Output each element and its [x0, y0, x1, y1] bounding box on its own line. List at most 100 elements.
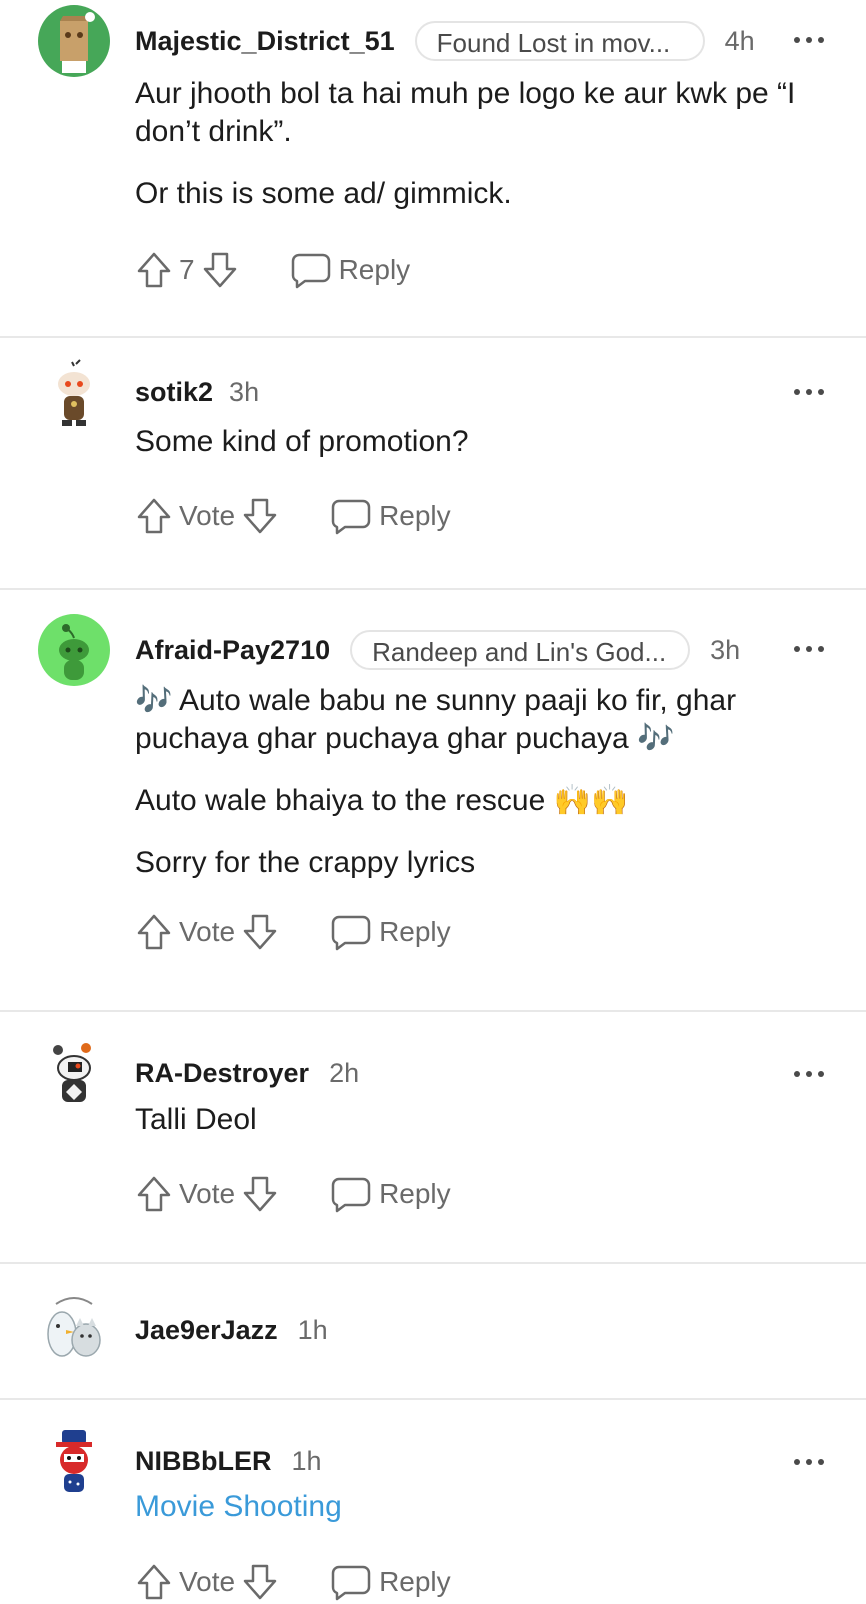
snoo-avatar-icon: [53, 1043, 91, 1102]
username[interactable]: Majestic_District_51: [135, 26, 395, 57]
snoo-avatar-icon: [38, 614, 110, 686]
vote-label: Vote: [179, 916, 236, 947]
movie-shooting-link[interactable]: Movie Shooting: [135, 1490, 342, 1523]
musical-notes-icon: 🎶: [637, 721, 675, 756]
rescue-text: Auto wale bhaiya to the rescue: [135, 784, 546, 817]
downvote-arrow-icon[interactable]: [241, 912, 279, 952]
comment-meta: sotik2 3h: [135, 370, 259, 414]
avatar[interactable]: [38, 5, 110, 77]
comment-meta: Afraid-Pay2710 Randeep and Lin's God... …: [135, 628, 740, 672]
speech-bubble-icon: [331, 499, 371, 535]
comment-actions: Vote Reply: [135, 910, 451, 954]
vote-group: 7: [135, 250, 239, 290]
reply-button[interactable]: Reply: [331, 1563, 451, 1601]
more-options-icon[interactable]: [794, 637, 824, 661]
upvote-arrow-icon[interactable]: [135, 1562, 173, 1602]
more-options-icon[interactable]: [794, 1450, 824, 1474]
user-flair: Found Lost in mov...: [414, 21, 705, 61]
downvote-arrow-icon[interactable]: [241, 1562, 279, 1602]
comment-body: Movie Shooting: [135, 1488, 825, 1550]
vote-count: 7: [179, 254, 195, 285]
penguin-cat-avatar-icon: [47, 1297, 101, 1357]
user-flair: Randeep and Lin's God...: [350, 630, 691, 670]
musical-notes-icon: 🎶: [135, 683, 173, 718]
reply-label: Reply: [379, 500, 451, 531]
avatar[interactable]: [38, 1038, 110, 1110]
timestamp: 1h: [291, 1445, 322, 1476]
upvote-arrow-icon[interactable]: [135, 1174, 173, 1214]
vote-label: Vote: [179, 1178, 236, 1209]
comment-meta: Jae9erJazz 1h: [135, 1308, 328, 1352]
more-options-icon[interactable]: [794, 28, 824, 52]
comment-ra-destroyer: RA-Destroyer 2h Talli Deol Vote Reply: [0, 1012, 866, 1260]
upvote-arrow-icon[interactable]: [135, 250, 173, 290]
countryball-avatar-icon: [56, 1430, 92, 1492]
comment-meta: Majestic_District_51 Found Lost in mov..…: [135, 19, 755, 63]
avatar[interactable]: [38, 358, 110, 430]
reply-button[interactable]: Reply: [331, 497, 451, 535]
comment-jae9erjazz-collapsed[interactable]: Jae9erJazz 1h: [0, 1264, 866, 1398]
speech-bubble-icon: [331, 1177, 371, 1213]
comment-actions: Vote Reply: [135, 1172, 451, 1216]
username[interactable]: Jae9erJazz: [135, 1315, 278, 1346]
comment-meta: NIBBbLER 1h: [135, 1439, 322, 1483]
timestamp: 4h: [724, 25, 755, 56]
comment-nibbbler: NIBBbLER 1h Movie Shooting Vote Reply: [0, 1400, 866, 1601]
comment-paragraph: Auto wale bhaiya to the rescue 🙌🙌: [135, 782, 825, 820]
comment-body: Some kind of promotion?: [135, 423, 825, 485]
username[interactable]: sotik2: [135, 377, 213, 408]
avatar[interactable]: [38, 1426, 110, 1498]
speech-bubble-icon: [291, 253, 330, 289]
reply-label: Reply: [379, 1178, 451, 1209]
vote-group: Vote: [135, 1562, 279, 1602]
comment-paragraph: Or this is some ad/ gimmick.: [135, 177, 512, 210]
username[interactable]: RA-Destroyer: [135, 1058, 309, 1089]
vote-label: Vote: [179, 500, 236, 531]
comment-paragraph: Movie Shooting: [135, 1488, 825, 1526]
downvote-arrow-icon[interactable]: [241, 1174, 279, 1214]
reply-button[interactable]: Reply: [331, 913, 451, 951]
raising-hands-icon: 🙌🙌: [553, 783, 629, 818]
reply-label: Reply: [338, 254, 411, 285]
timestamp: 3h: [710, 634, 741, 665]
comment-body: 🎶 Auto wale babu ne sunny paaji ko fir, …: [135, 682, 825, 906]
vote-group: Vote: [135, 1174, 279, 1214]
timestamp: 2h: [329, 1057, 360, 1088]
timestamp: 3h: [229, 376, 260, 407]
vote-label: Vote: [179, 1566, 236, 1597]
speech-bubble-icon: [331, 1565, 371, 1601]
reply-button[interactable]: Reply: [291, 251, 411, 289]
downvote-arrow-icon[interactable]: [201, 250, 239, 290]
more-options-icon[interactable]: [794, 1062, 824, 1086]
timestamp: 1h: [297, 1314, 328, 1345]
vote-group: Vote: [135, 496, 279, 536]
comment-actions: Vote Reply: [135, 494, 451, 538]
avatar[interactable]: [38, 1294, 110, 1366]
upvote-arrow-icon[interactable]: [135, 496, 173, 536]
upvote-arrow-icon[interactable]: [135, 912, 173, 952]
comment-body: Talli Deol: [135, 1101, 825, 1163]
reply-label: Reply: [379, 916, 451, 947]
avatar[interactable]: [38, 614, 110, 686]
downvote-arrow-icon[interactable]: [241, 496, 279, 536]
username[interactable]: NIBBbLER: [135, 1446, 272, 1477]
speech-bubble-icon: [331, 915, 371, 951]
comment-paragraph: 🎶 Auto wale babu ne sunny paaji ko fir, …: [135, 682, 825, 758]
comment-paragraph: Aur jhooth bol ta hai muh pe logo ke aur…: [135, 77, 796, 148]
more-options-icon[interactable]: [794, 380, 824, 404]
username[interactable]: Afraid-Pay2710: [135, 635, 330, 666]
reply-button[interactable]: Reply: [331, 1175, 451, 1213]
comment-paragraph: Talli Deol: [135, 1103, 257, 1136]
comment-actions: 7 Reply: [135, 248, 410, 292]
comment-meta: RA-Destroyer 2h: [135, 1051, 359, 1095]
comment-afraid-pay: Afraid-Pay2710 Randeep and Lin's God... …: [0, 590, 866, 1010]
comment-actions: Vote Reply: [135, 1560, 451, 1604]
paper-bag-avatar-icon: [38, 5, 110, 77]
comment-body: Aur jhooth bol ta hai muh pe logo ke aur…: [135, 75, 825, 237]
comment-sotik2: sotik2 3h Some kind of promotion? Vote R…: [0, 338, 866, 586]
snoo-avatar-icon: [58, 359, 90, 426]
comment-paragraph: Sorry for the crappy lyrics: [135, 846, 476, 879]
comment-majestic: Majestic_District_51 Found Lost in mov..…: [0, 0, 866, 330]
vote-group: Vote: [135, 912, 279, 952]
comment-paragraph: Some kind of promotion?: [135, 425, 469, 458]
